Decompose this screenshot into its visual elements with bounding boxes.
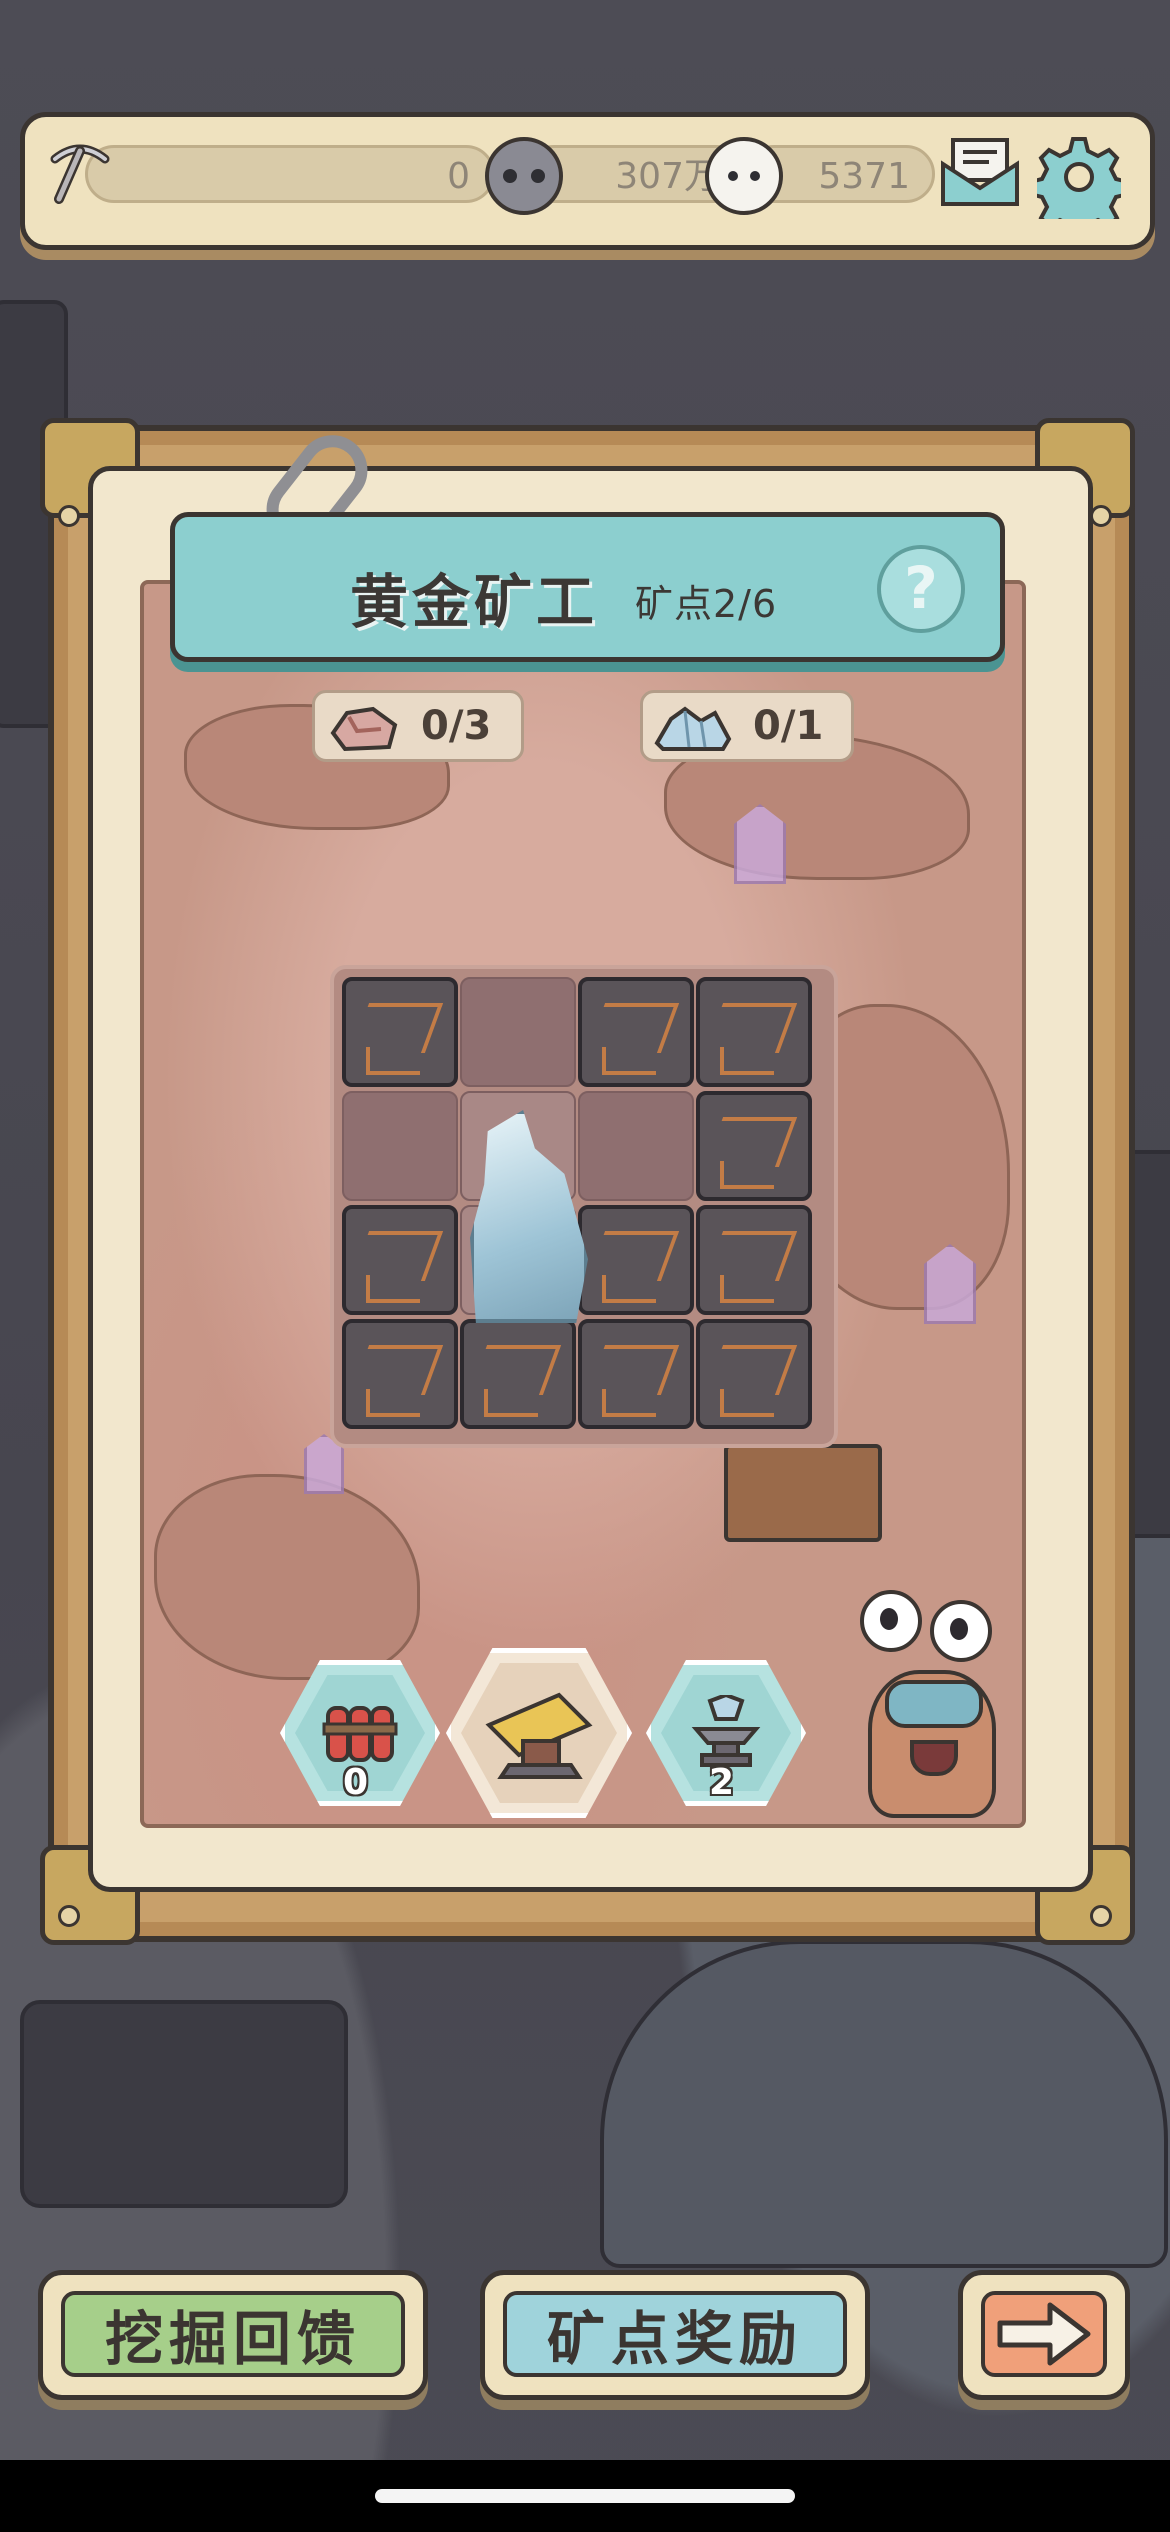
mine-title-banner: 黄金矿工 矿点2/6 ? xyxy=(170,512,1005,662)
arrow-right-icon xyxy=(997,2302,1091,2366)
rock-tile[interactable] xyxy=(342,1319,458,1429)
ore-icon xyxy=(330,706,398,752)
background-tank xyxy=(600,1940,1168,2268)
resource-bar: 0 307万 5371 xyxy=(20,112,1155,250)
ghost-bubble-icon xyxy=(705,137,783,215)
dig-feedback-label: 挖掘回馈 xyxy=(104,2305,361,2373)
snail-miner-mascot xyxy=(840,1590,1010,1820)
home-indicator[interactable] xyxy=(375,2489,795,2503)
dig-feedback-button[interactable]: 挖掘回馈 xyxy=(38,2270,428,2400)
rock-tile[interactable] xyxy=(696,1091,812,1201)
rock-tile[interactable] xyxy=(696,977,812,1087)
rock-tile[interactable] xyxy=(578,977,694,1087)
help-button[interactable]: ? xyxy=(877,545,965,633)
dug-tile xyxy=(460,977,576,1087)
mine-rewards-label: 矿点奖励 xyxy=(546,2305,803,2373)
crystal-counter: 0/1 xyxy=(640,690,854,762)
rock-tile[interactable] xyxy=(696,1319,812,1429)
rivet xyxy=(1090,1905,1112,1927)
ore-counter: 0/3 xyxy=(312,690,524,762)
background-rock xyxy=(154,1474,420,1680)
dug-tile xyxy=(578,1091,694,1201)
gear-icon[interactable] xyxy=(1037,135,1121,219)
rivet xyxy=(58,1905,80,1927)
mine-cart-icon xyxy=(724,1444,882,1542)
pickaxe-count: 0 xyxy=(447,156,470,197)
rock-tile[interactable] xyxy=(578,1319,694,1429)
rock-tile[interactable] xyxy=(342,977,458,1087)
ghost-coin-icon xyxy=(485,137,563,215)
next-mine-button[interactable] xyxy=(958,2270,1130,2400)
rock-tile[interactable] xyxy=(696,1205,812,1315)
crystal-ore-icon xyxy=(654,706,732,751)
crystal-anvil-icon xyxy=(691,1695,761,1767)
bubble-currency-value: 5371 xyxy=(818,156,910,197)
pickaxe-icon[interactable] xyxy=(45,137,115,207)
background-machine xyxy=(20,2000,348,2208)
mail-icon[interactable] xyxy=(937,137,1023,207)
rock-tile[interactable] xyxy=(342,1205,458,1315)
crystal-anvil-count: 2 xyxy=(709,1762,735,1803)
mine-progress: 矿点2/6 xyxy=(635,582,778,626)
drill-icon xyxy=(485,1692,593,1779)
crystal-count: 0/1 xyxy=(753,703,824,749)
rivet xyxy=(58,505,80,527)
rivet xyxy=(1090,505,1112,527)
dug-tile xyxy=(342,1091,458,1201)
pickaxe-counter: 0 xyxy=(85,145,495,203)
mine-title: 黄金矿工 xyxy=(350,568,599,636)
rock-tile[interactable] xyxy=(578,1205,694,1315)
rock-tile[interactable] xyxy=(460,1319,576,1429)
ore-count: 0/3 xyxy=(421,703,492,749)
dynamite-count: 0 xyxy=(343,1762,369,1803)
dynamite-icon xyxy=(322,1706,398,1762)
mine-rewards-button[interactable]: 矿点奖励 xyxy=(480,2270,870,2400)
